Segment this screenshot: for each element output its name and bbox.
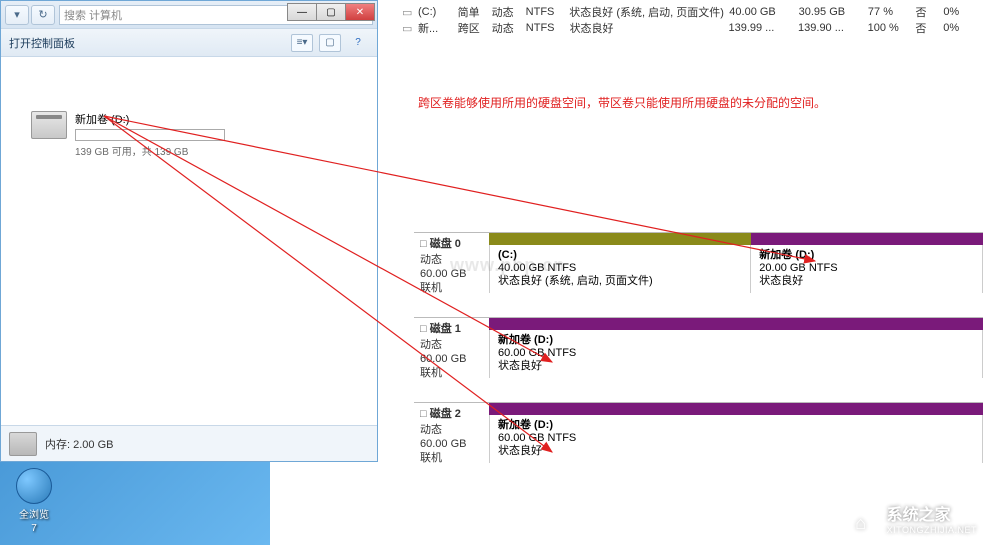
vol-free: 139.90 ... (792, 22, 862, 34)
drive-capacity-bar (75, 129, 225, 141)
disk-size: 60.00 GB (420, 437, 483, 451)
open-control-panel-link[interactable]: 打开控制面板 (9, 35, 75, 51)
vol-type: 动态 (486, 4, 520, 20)
volume-size-fs: 60.00 GB NTFS (498, 432, 974, 445)
drive-name-label: 新加卷 (D:) (75, 111, 225, 127)
volume-row[interactable]: ▭ 新... 跨区 动态 NTFS 状态良好 139.99 ... 139.90… (396, 20, 977, 36)
disk-name: 磁盘 1 (420, 322, 483, 336)
vol-percent: 77 % (862, 6, 910, 18)
disk-state: 联机 (420, 366, 483, 380)
view-menu-button[interactable]: ≡▾ (291, 34, 313, 52)
volume-icon: ▭ (396, 6, 412, 19)
disk-size: 60.00 GB (420, 352, 483, 366)
refresh-button[interactable]: ↻ (31, 5, 55, 25)
vol-layout: 跨区 (452, 20, 486, 36)
help-button[interactable]: ? (347, 34, 369, 52)
disk-panel-1: 磁盘 1 动态 60.00 GB 联机 新加卷 (D:) 60.00 GB NT… (414, 317, 983, 384)
volume-status: 状态良好 (759, 275, 974, 288)
disk-name: 磁盘 2 (420, 407, 483, 421)
computer-icon (9, 432, 37, 456)
volume-size-fs: 60.00 GB NTFS (498, 347, 974, 360)
watermark-en: XITONGZHIJIA.NET (887, 523, 977, 537)
volume-status: 状态良好 (498, 360, 974, 373)
maximize-button[interactable]: ▢ (316, 3, 346, 21)
volume-block-d[interactable]: 新加卷 (D:) 20.00 GB NTFS 状态良好 (751, 245, 983, 293)
disk-name: 磁盘 0 (420, 237, 483, 251)
vol-free: 30.95 GB (793, 6, 862, 18)
volume-list: ▭ (C:) 简单 动态 NTFS 状态良好 (系统, 启动, 页面文件) 40… (390, 0, 983, 40)
preview-pane-button[interactable]: ▢ (319, 34, 341, 52)
status-bar: 内存: 2.00 GB (1, 425, 377, 461)
shortcut-label-1: 全浏览 (19, 506, 49, 521)
watermark-logo: ⌂ 系统之家 XITONGZHIJIA.NET (841, 505, 977, 541)
vol-capacity: 139.99 ... (722, 22, 792, 34)
vol-overhead: 0% (937, 22, 977, 34)
volume-label: 新加卷 (D:) (759, 249, 974, 262)
vol-status: 状态良好 (564, 20, 723, 36)
disk-panel-2: 磁盘 2 动态 60.00 GB 联机 新加卷 (D:) 60.00 GB NT… (414, 402, 983, 469)
hard-drive-icon (31, 111, 67, 139)
volume-status: 状态良好 (系统, 启动, 页面文件) (498, 275, 742, 288)
volume-row[interactable]: ▭ (C:) 简单 动态 NTFS 状态良好 (系统, 启动, 页面文件) 40… (396, 4, 977, 20)
volume-status: 状态良好 (498, 445, 974, 458)
vol-type: 动态 (486, 20, 520, 36)
toolbar: 打开控制面板 ≡▾ ▢ ? (1, 29, 377, 57)
back-button[interactable]: ▾ (5, 5, 29, 25)
search-placeholder: 搜索 计算机 (64, 7, 122, 23)
desktop-shortcut[interactable]: 全浏览 7 (8, 468, 60, 534)
vol-percent: 100 % (862, 22, 910, 34)
vol-name: 新... (412, 20, 452, 36)
volume-icon: ▭ (396, 22, 412, 35)
vol-fs: NTFS (520, 22, 564, 34)
vol-fault-tolerance: 否 (910, 4, 938, 20)
browser-icon (16, 468, 52, 504)
explorer-window: — ▢ ✕ ▾ ↻ 搜索 计算机 打开控制面板 ≡▾ ▢ ? 新加卷 (D:) … (0, 0, 378, 462)
disk-state: 联机 (420, 451, 483, 465)
vol-fs: NTFS (520, 6, 564, 18)
disk-summary[interactable]: 磁盘 1 动态 60.00 GB 联机 (414, 318, 489, 384)
drive-item[interactable]: 新加卷 (D:) 139 GB 可用，共 139 GB (31, 111, 225, 158)
volume-block-d[interactable]: 新加卷 (D:) 60.00 GB NTFS 状态良好 (490, 330, 983, 378)
disk-type: 动态 (420, 423, 483, 437)
shortcut-label-2: 7 (31, 523, 37, 534)
close-button[interactable]: ✕ (345, 3, 375, 21)
vol-name: (C:) (412, 6, 452, 18)
disk-type: 动态 (420, 338, 483, 352)
volume-label: 新加卷 (D:) (498, 334, 974, 347)
watermark-logo-icon: ⌂ (841, 505, 881, 541)
vol-layout: 简单 (452, 4, 486, 20)
minimize-button[interactable]: — (287, 3, 317, 21)
disk-state: 联机 (420, 281, 483, 295)
volume-size-fs: 20.00 GB NTFS (759, 262, 974, 275)
drive-stats-label: 139 GB 可用，共 139 GB (75, 143, 225, 158)
disk-summary[interactable]: 磁盘 2 动态 60.00 GB 联机 (414, 403, 489, 469)
vol-overhead: 0% (937, 6, 977, 18)
watermark-center: www.php.cn (450, 255, 565, 276)
annotation-text: 跨区卷能够使用所用的硬盘空间，带区卷只能使用所用硬盘的未分配的空间。 (418, 94, 826, 111)
watermark-cn: 系统之家 (887, 509, 977, 523)
volume-color-bar (489, 403, 983, 415)
nav-buttons: ▾ ↻ (5, 5, 55, 25)
drive-info: 新加卷 (D:) 139 GB 可用，共 139 GB (75, 111, 225, 158)
volume-color-bar (489, 318, 983, 330)
memory-label: 内存: 2.00 GB (45, 436, 113, 452)
volume-color-bar (751, 233, 983, 245)
volume-color-bar (489, 233, 751, 245)
window-controls: — ▢ ✕ (288, 3, 375, 21)
vol-capacity: 40.00 GB (723, 6, 792, 18)
volume-block-d[interactable]: 新加卷 (D:) 60.00 GB NTFS 状态良好 (490, 415, 983, 463)
volume-label: 新加卷 (D:) (498, 419, 974, 432)
vdescribing-fault-tolerance: 否 (909, 20, 937, 36)
vol-status: 状态良好 (系统, 启动, 页面文件) (563, 4, 723, 20)
